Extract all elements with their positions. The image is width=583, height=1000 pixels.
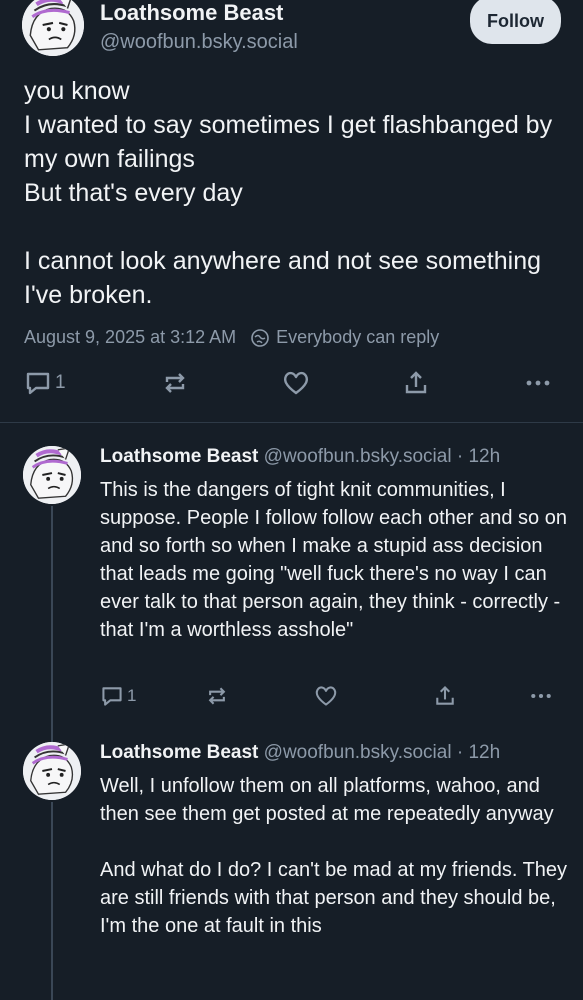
- repost-icon: [165, 373, 185, 393]
- avatar-pony-icon: [23, 446, 81, 504]
- comment-icon: [102, 687, 122, 706]
- avatar[interactable]: [23, 742, 81, 800]
- post-timestamp[interactable]: August 9, 2025 at 3:12 AM: [24, 327, 236, 348]
- share-icon: [405, 371, 427, 394]
- separator: ·: [456, 446, 464, 467]
- heart-icon: [315, 686, 337, 706]
- reply-author-name[interactable]: Loathsome Beast: [100, 742, 258, 763]
- thread-line: [51, 802, 53, 1000]
- avatar-pony-icon: [22, 0, 84, 56]
- post-text-line: you know: [24, 77, 130, 105]
- author-name[interactable]: Loathsome Beast: [100, 0, 283, 26]
- comment-icon: [26, 372, 50, 395]
- comment-count: 1: [127, 686, 137, 705]
- post-actions: 1: [0, 369, 583, 399]
- reply-setting[interactable]: Everybody can reply: [276, 327, 439, 348]
- reply-author-handle[interactable]: @woofbun.bsky.social: [264, 446, 452, 467]
- reply-actions: 1: [0, 684, 583, 714]
- more-button[interactable]: [524, 369, 552, 397]
- post-text-line: I wanted to say sometimes I get flashban…: [24, 111, 553, 173]
- post-text-line: But that's every day: [24, 179, 243, 207]
- comment-count: 1: [55, 372, 66, 393]
- share-button[interactable]: [433, 684, 457, 708]
- follow-button[interactable]: Follow: [470, 0, 561, 44]
- divider: [0, 422, 583, 423]
- share-icon: [436, 685, 454, 705]
- post-text-line: I cannot look anywhere and not see somet…: [24, 247, 542, 309]
- reply-paragraph: Well, I unfollow them on all platforms, …: [100, 775, 554, 825]
- like-button[interactable]: [313, 684, 339, 708]
- reply-time[interactable]: 12h: [468, 742, 500, 763]
- avatar[interactable]: [23, 446, 81, 504]
- avatar-pony-icon: [23, 742, 81, 800]
- separator: ·: [456, 742, 464, 763]
- reply-author-handle[interactable]: @woofbun.bsky.social: [264, 742, 452, 763]
- repost-icon: [208, 687, 226, 705]
- reply-header: Loathsome Beast @woofbun.bsky.social · 1…: [100, 740, 500, 766]
- reply-header: Loathsome Beast @woofbun.bsky.social · 1…: [100, 444, 500, 470]
- post-text: you know I wanted to say sometimes I get…: [24, 74, 564, 312]
- reply-paragraph: This is the dangers of tight knit commun…: [100, 479, 567, 641]
- globe-reply-icon: [250, 328, 270, 348]
- more-button[interactable]: [529, 684, 553, 708]
- reply-text: This is the dangers of tight knit commun…: [100, 476, 570, 644]
- more-icon: [531, 693, 551, 699]
- reply-author-name[interactable]: Loathsome Beast: [100, 446, 258, 467]
- reply-text: Well, I unfollow them on all platforms, …: [100, 772, 570, 940]
- avatar[interactable]: [22, 0, 84, 56]
- more-icon: [526, 380, 550, 386]
- reply-time[interactable]: 12h: [468, 446, 500, 467]
- reply-paragraph: And what do I do? I can't be mad at my f…: [100, 859, 568, 937]
- post-meta: August 9, 2025 at 3:12 AM Everybody can …: [24, 327, 439, 348]
- comment-button[interactable]: 1: [24, 369, 66, 397]
- comment-button[interactable]: 1: [100, 684, 136, 708]
- heart-icon: [283, 371, 309, 395]
- like-button[interactable]: [281, 369, 311, 397]
- repost-button[interactable]: [205, 684, 229, 708]
- repost-button[interactable]: [161, 369, 189, 397]
- share-button[interactable]: [402, 369, 430, 397]
- author-handle[interactable]: @woofbun.bsky.social: [100, 30, 298, 54]
